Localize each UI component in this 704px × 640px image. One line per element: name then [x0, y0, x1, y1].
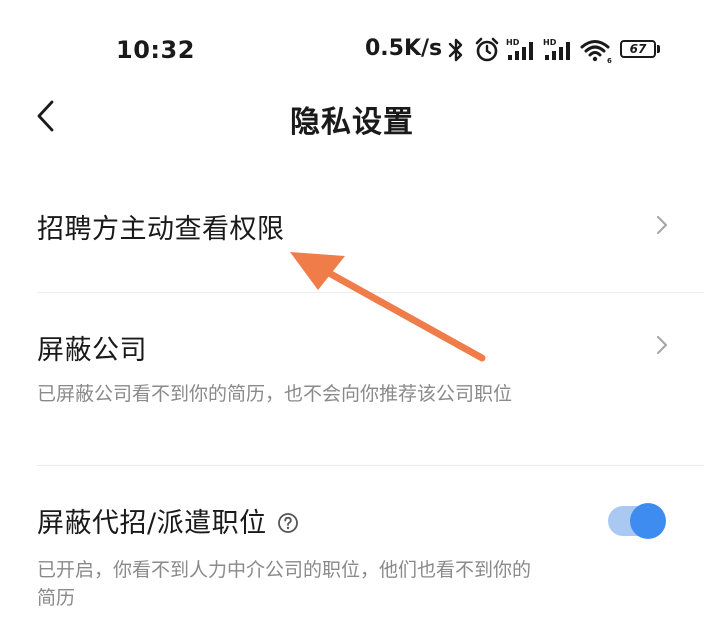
setting-title: 屏蔽公司: [37, 335, 147, 366]
battery-level: 67: [629, 42, 647, 56]
bluetooth-icon: [448, 38, 463, 62]
setting-block-agency-jobs: 屏蔽代招/派遣职位 已开启，你看不到人力中介公司的职位，他们也看不到你的简历: [0, 466, 704, 640]
wifi-icon: 6: [580, 40, 612, 64]
chevron-right-icon: [656, 215, 668, 235]
status-time: 10:32: [116, 36, 195, 64]
battery-icon: 67: [620, 40, 662, 60]
hd-signal-icon: HD: [506, 38, 533, 60]
setting-title-wrap: 屏蔽代招/派遣职位: [37, 501, 299, 540]
setting-title: 屏蔽代招/派遣职位: [37, 508, 267, 539]
toggle-knob: [630, 503, 666, 539]
question-circle-icon[interactable]: [277, 512, 299, 534]
agency-jobs-toggle[interactable]: [608, 503, 666, 539]
svg-text:HD: HD: [543, 38, 557, 47]
hd-signal-icon: HD: [543, 38, 570, 60]
page-title: 隐私设置: [290, 105, 414, 140]
svg-text:6: 6: [607, 57, 612, 64]
svg-text:HD: HD: [506, 38, 520, 47]
nav-bar: 隐私设置: [0, 80, 704, 150]
chevron-right-icon: [656, 335, 668, 355]
alarm-icon: [475, 37, 499, 62]
setting-title: 招聘方主动查看权限: [37, 214, 285, 245]
setting-description: 已屏蔽公司看不到你的简历，也不会向你推荐该公司职位: [37, 383, 513, 405]
setting-description: 已开启，你看不到人力中介公司的职位，他们也看不到你的简历: [37, 559, 532, 609]
setting-recruiter-view-permission[interactable]: 招聘方主动查看权限: [0, 180, 704, 292]
setting-block-companies[interactable]: 屏蔽公司 已屏蔽公司看不到你的简历，也不会向你推荐该公司职位: [0, 293, 704, 465]
network-speed: 0.5K/s: [365, 36, 443, 61]
